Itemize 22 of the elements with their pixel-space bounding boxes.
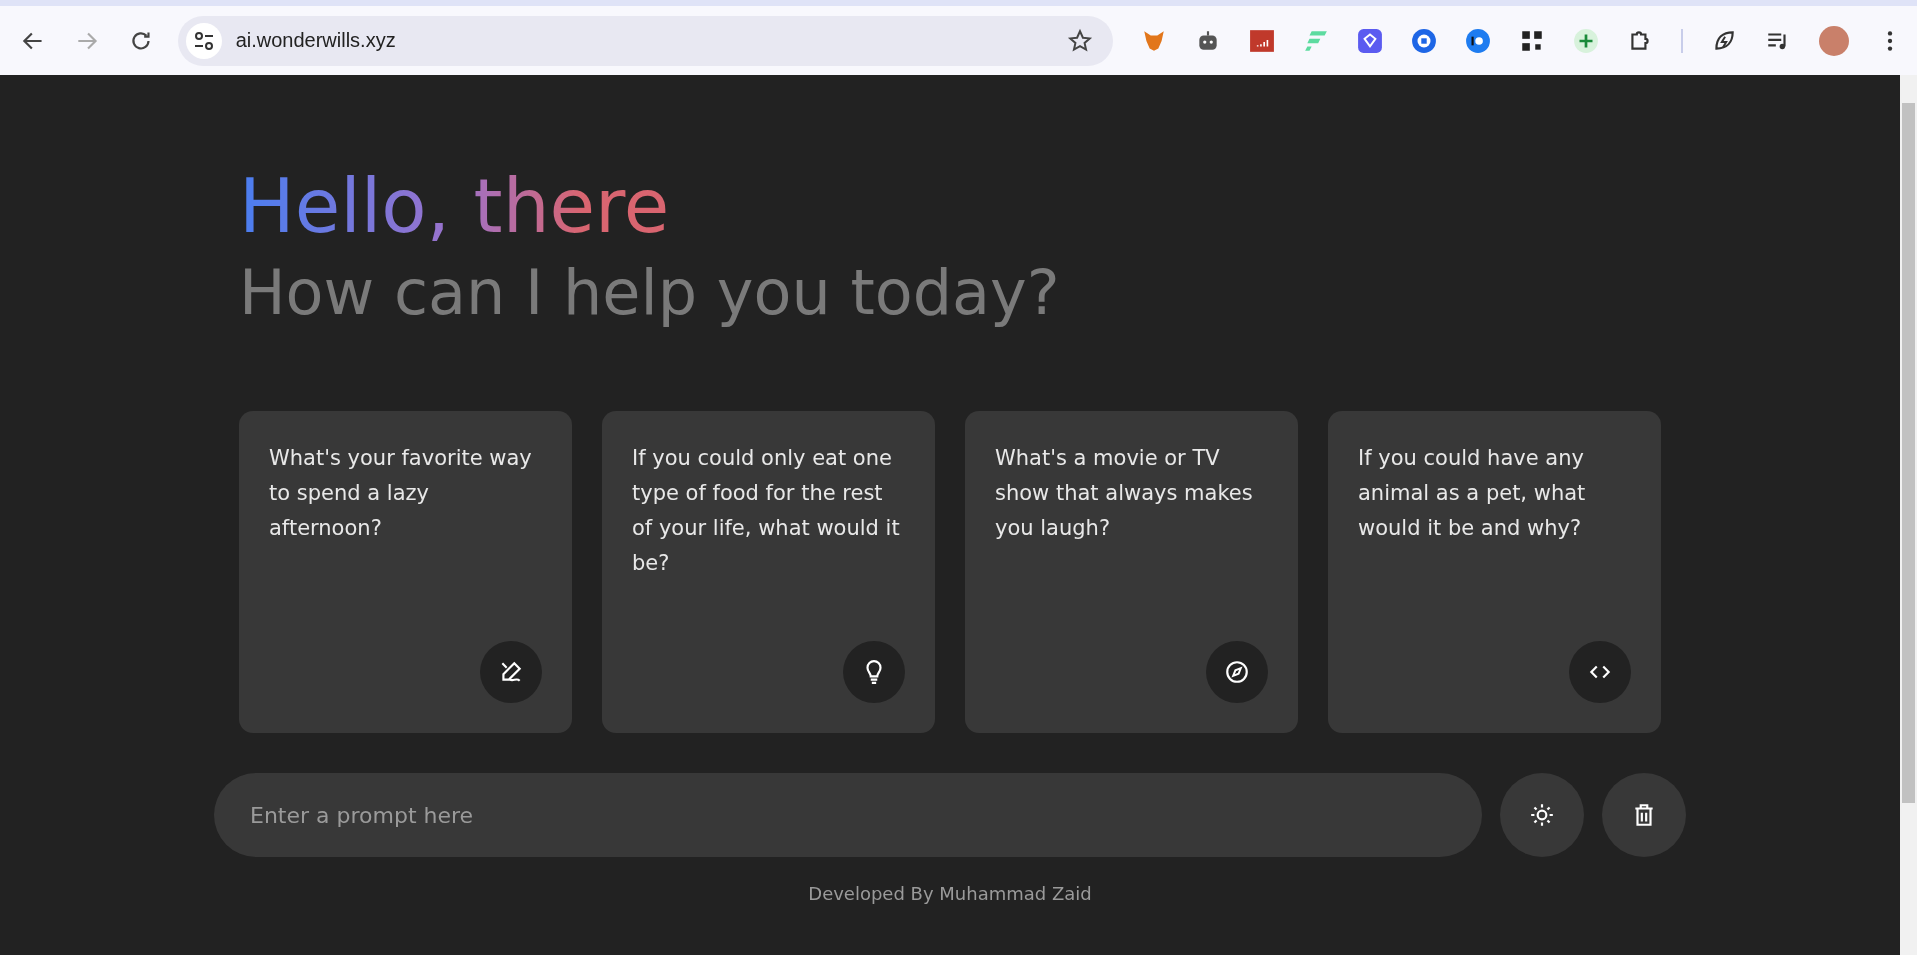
prompt-input[interactable]: Enter a prompt here (214, 773, 1482, 858)
avatar-icon[interactable] (1819, 25, 1849, 56)
star-icon[interactable] (1067, 27, 1093, 54)
site-settings-icon[interactable] (185, 22, 222, 59)
plus-icon[interactable] (1573, 27, 1599, 54)
compass-icon (1224, 659, 1250, 686)
signal-bars-icon[interactable] (1249, 27, 1275, 54)
scrollbar[interactable] (1900, 75, 1917, 955)
greeting-subtitle: How can I help you today? (239, 254, 1061, 331)
suggestion-card[interactable]: What's your favorite way to spend a lazy afternoon? (239, 411, 572, 734)
address-bar[interactable]: ai.wonderwills.xyz (177, 15, 1113, 66)
suggestion-text: What's your favorite way to spend a lazy afternoon? (269, 445, 533, 543)
record-icon[interactable] (1411, 27, 1437, 54)
suggestion-card[interactable]: If you could only eat one type of food for the rest of your life, what would it be? (602, 411, 935, 734)
suggestion-card[interactable]: If you could have any animal as a pet, what would it be and why? (1328, 411, 1661, 734)
url-text: ai.wonderwills.xyz (235, 29, 397, 52)
footer-credit: Developed By Muhammad Zaid (808, 883, 1092, 905)
suggestion-text: What's a movie or TV show that always makes you laugh? (995, 445, 1254, 543)
suggestion-card[interactable]: What's a movie or TV show that always makes you laugh? (965, 411, 1298, 734)
suggestion-text: If you could have any animal as a pet, what would it be and why? (1358, 445, 1587, 543)
sun-icon (1529, 802, 1555, 829)
suggestion-text: If you could only eat one type of food for the rest of your life, what would it be? (632, 445, 901, 578)
